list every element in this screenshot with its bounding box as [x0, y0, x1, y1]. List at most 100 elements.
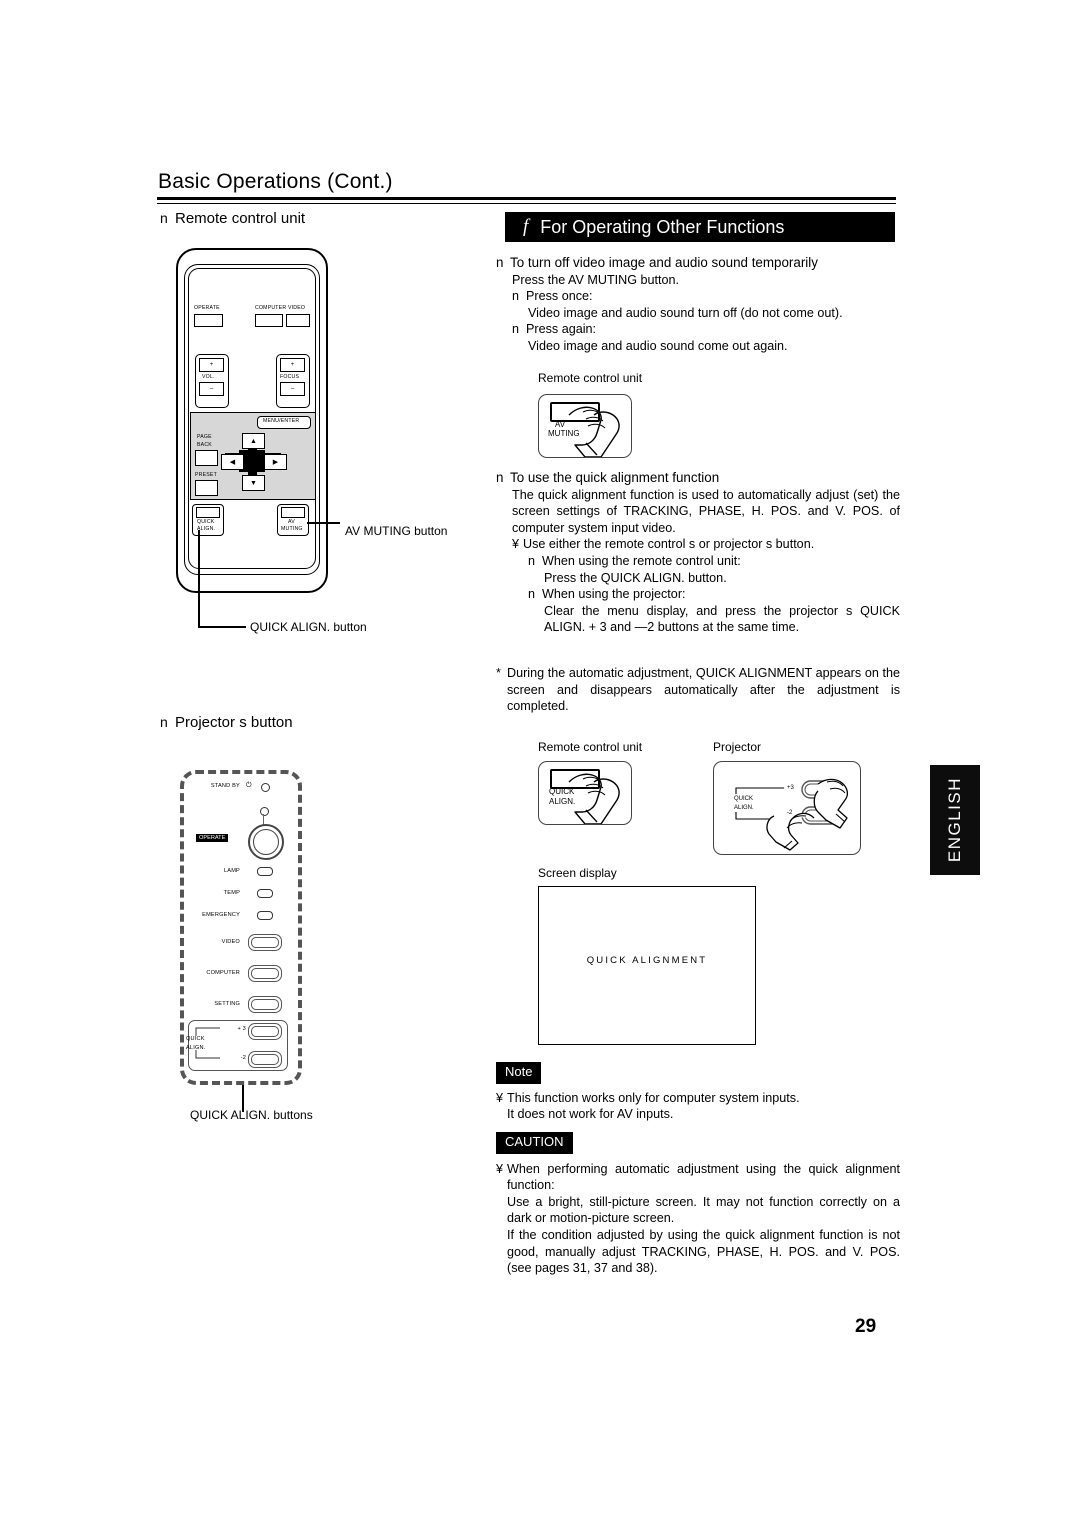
- projector-video-button[interactable]: [248, 934, 282, 951]
- projector-emergency-label: EMERGENCY: [202, 912, 240, 918]
- quick-align-sub2-label: When using the projector:: [542, 587, 686, 602]
- remote-back-label: BACK: [197, 442, 212, 448]
- header-rule-thin: [157, 203, 896, 204]
- av-muting-section: n To turn off video image and audio soun…: [496, 255, 900, 355]
- figure-label-screen-display: Screen display: [538, 866, 617, 880]
- section-title: For Operating Other Functions: [540, 216, 785, 237]
- dpad-up-button[interactable]: ▲: [242, 433, 265, 449]
- av-muting-line1: Press the AV MUTING button.: [512, 272, 680, 287]
- power-glyph-icon: ⏻: [246, 782, 252, 789]
- caution-para1-row: ¥ When performing automatic adjustment u…: [496, 1161, 900, 1194]
- page-title: Basic Operations (Cont.): [158, 170, 393, 193]
- remote-focus-minus-button[interactable]: –: [280, 382, 305, 396]
- av-muting-sub1-text: Video image and audio sound turn off (do…: [528, 305, 843, 320]
- remote-vol-minus-button[interactable]: –: [199, 382, 224, 396]
- projector-computer-label: COMPUTER: [206, 970, 240, 976]
- av-muting-sub2-text: Video image and audio sound come out aga…: [528, 338, 788, 353]
- quick-align-sub2-row: n When using the projector:: [496, 586, 900, 603]
- remote-av-muting-button[interactable]: [281, 507, 305, 518]
- figure-label-remote-control-unit-1: Remote control unit: [538, 371, 643, 385]
- standby-led-indicator: [261, 783, 270, 792]
- projector-temp-label: TEMP: [223, 890, 240, 896]
- projector-panel-diagram: STAND BY ⏻ OPERATE LAMP TEMP EMERGENCY V…: [180, 770, 302, 1085]
- av-muting-heading: To turn off video image and audio sound …: [510, 255, 818, 270]
- bullet-yen-marker: ¥: [512, 537, 520, 552]
- projector-setting-button[interactable]: [248, 996, 282, 1013]
- dpad-right-button[interactable]: ▶: [264, 454, 287, 470]
- f-glyph-icon: f: [523, 216, 529, 237]
- projector-computer-button[interactable]: [248, 965, 282, 982]
- temp-led-indicator: [257, 889, 273, 898]
- remote-video-label: VIDEO: [288, 305, 306, 311]
- projector-standby-label: STAND BY: [210, 783, 240, 789]
- quick-align-bullet-text: Use either the remote control s or proje…: [523, 537, 815, 552]
- language-side-tab: ENGLISH: [930, 765, 980, 875]
- remote-focus-label: FOCUS: [280, 374, 300, 380]
- remote-preset-button[interactable]: [195, 480, 218, 496]
- subheading-projector-label: Projector s button: [175, 714, 293, 731]
- list-marker: n: [528, 553, 536, 568]
- remote-focus-plus-button[interactable]: +: [280, 358, 305, 372]
- operate-led-indicator: [260, 807, 269, 816]
- projector-video-label: VIDEO: [221, 939, 240, 945]
- remote-align-label: ALIGN.: [197, 526, 216, 532]
- dpad-left-button[interactable]: ◀: [221, 454, 244, 470]
- remote-operate-label: OPERATE: [194, 305, 220, 311]
- remote-menu-enter-label: MENU/ENTER: [263, 418, 300, 424]
- dpad-down-button[interactable]: ▼: [242, 475, 265, 491]
- pointing-hand-icon: [568, 406, 620, 457]
- bullet-marker: n: [160, 210, 168, 226]
- note-line1-row: ¥ This function works only for computer …: [496, 1090, 900, 1107]
- quick-align-sub1-row: n When using the remote control unit:: [496, 553, 900, 570]
- emergency-led-indicator: [257, 911, 273, 920]
- figure-label-projector: Projector: [713, 740, 762, 754]
- remote-preset-label: PRESET: [195, 472, 217, 478]
- remote-computer-button[interactable]: [255, 314, 283, 327]
- projector-quick-align-plus3-button[interactable]: [248, 1023, 282, 1040]
- list-marker: n: [496, 255, 504, 270]
- remote-operate-button[interactable]: [194, 314, 223, 327]
- note-line2: It does not work for AV inputs.: [507, 1107, 674, 1122]
- projector-quick-align-minus2-button[interactable]: [248, 1051, 282, 1068]
- lamp-led-indicator: [257, 867, 273, 876]
- remote-page-back-button[interactable]: [195, 450, 218, 466]
- remote-vol-label: VOL.: [202, 374, 215, 380]
- projector-operate-label: OPERATE: [196, 834, 229, 842]
- caution-block: CAUTION ¥ When performing automatic adju…: [496, 1132, 900, 1277]
- note-tag: Note: [496, 1062, 542, 1084]
- section-header-bar: f For Operating Other Functions: [505, 212, 895, 242]
- remote-muting-label: MUTING: [281, 526, 303, 532]
- list-marker: n: [496, 470, 504, 485]
- screen-display-text: QUICK ALIGNMENT: [586, 955, 708, 966]
- callout-quick-align-button: QUICK ALIGN. button: [250, 620, 367, 634]
- figure-remote-quick-align: QUICK ALIGN.: [538, 761, 632, 825]
- leader-line-quick-align-horizontal: [198, 626, 246, 628]
- remote-computer-label: COMPUTER: [255, 305, 287, 311]
- remote-quick-align-button[interactable]: [196, 507, 220, 518]
- subheading-remote-label: Remote control unit: [175, 210, 306, 227]
- quick-align-sub1-label: When using the remote control unit:: [542, 553, 741, 568]
- quick-align-heading: To use the quick alignment function: [510, 470, 720, 485]
- operate-power-knob[interactable]: [248, 824, 284, 860]
- page-number: 29: [855, 1316, 877, 1337]
- note-block: Note ¥ This function works only for comp…: [496, 1062, 900, 1123]
- pointing-hand-icon: [568, 773, 620, 824]
- remote-vol-plus-button[interactable]: +: [199, 358, 224, 372]
- remote-quick-label: QUICK: [197, 519, 215, 525]
- quick-alignment-section: n To use the quick alignment function Th…: [496, 470, 900, 636]
- figure-label-remote-control-unit-2: Remote control unit: [538, 740, 643, 754]
- caution-para1: When performing automatic adjustment usi…: [507, 1161, 900, 1193]
- quick-align-para1: The quick alignment function is used to …: [512, 487, 900, 535]
- bullet-yen-marker: ¥: [496, 1161, 504, 1176]
- projector-setting-label: SETTING: [214, 1001, 240, 1007]
- list-marker: n: [512, 289, 520, 304]
- callout-av-muting-button: AV MUTING button: [345, 524, 448, 538]
- remote-video-button[interactable]: [286, 314, 310, 327]
- asterisk-note-row: * During the automatic adjustment, QUICK…: [496, 665, 900, 715]
- caution-para3: If the condition adjusted by using the q…: [507, 1227, 900, 1276]
- asterisk-note-text: During the automatic adjustment, QUICK A…: [507, 666, 900, 714]
- figure-remote-av-muting: AV MUTING: [538, 394, 632, 458]
- note-line1: This function works only for computer sy…: [507, 1090, 800, 1105]
- leader-line-quick-align-vertical: [198, 530, 200, 627]
- quick-align-bullet-row: ¥ Use either the remote control s or pro…: [496, 536, 900, 553]
